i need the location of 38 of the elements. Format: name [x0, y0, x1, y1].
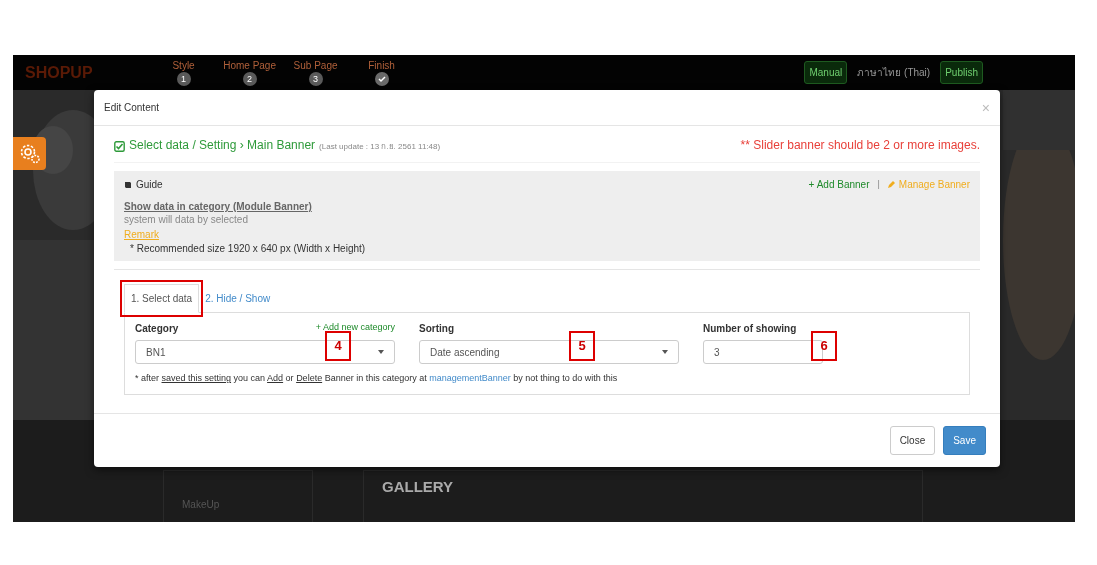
- gallery-heading: GALLERY: [382, 478, 454, 495]
- settings-button[interactable]: [13, 137, 46, 170]
- modal-title: Edit Content: [104, 101, 160, 115]
- caret-icon: [662, 350, 668, 355]
- language-selector[interactable]: ภาษาไทย (Thai): [857, 65, 931, 80]
- guide-description: system will data by selected: [124, 213, 249, 227]
- close-button[interactable]: Close: [889, 425, 936, 455]
- step-dot[interactable]: 2: [242, 71, 257, 86]
- add-banner-link[interactable]: + Add Banner: [808, 177, 870, 192]
- guide-subtitle: Show data in category (Module Banner): [124, 199, 313, 214]
- pencil-icon: [887, 180, 895, 188]
- field-label: Category: [135, 322, 179, 337]
- tab[interactable]: 2. Hide / Show: [199, 284, 277, 313]
- size-note: * Recommended size 1920 x 640 px (Width x Height): [129, 241, 367, 256]
- footnote: * after saved this setting you can Add or Delete Banner in this category at managementBanner by not thing to do with this: [135, 372, 619, 386]
- step-label: Sub Page: [293, 59, 338, 71]
- last-update-note: (Last update : 13 ก.ย. 2561 11:48): [319, 141, 441, 153]
- management-link[interactable]: managementBanner: [429, 373, 511, 384]
- step-label: Style: [172, 59, 195, 71]
- field-label: Sorting: [419, 322, 454, 337]
- separator: |: [877, 178, 880, 191]
- step-dot[interactable]: [374, 71, 389, 86]
- annotation-marker: 4: [325, 331, 351, 362]
- gear-icon: [18, 142, 41, 165]
- step-dot[interactable]: 3: [308, 71, 323, 86]
- step-label: Finish: [368, 59, 395, 71]
- warning-text: ** Slider banner should be 2 or more images.: [740, 137, 980, 154]
- field-label: Number of showing: [703, 322, 797, 337]
- annotation-marker: 5: [569, 331, 595, 362]
- step-dot[interactable]: 1: [176, 71, 191, 86]
- section-title: Select data / Setting › Main Banner: [129, 137, 316, 154]
- manual-button[interactable]: Manual: [804, 61, 848, 84]
- publish-button[interactable]: Publish: [940, 61, 983, 84]
- caret-icon: [378, 350, 384, 355]
- save-button[interactable]: Save: [943, 425, 986, 455]
- annotation-marker: 6: [811, 331, 837, 362]
- guide-title: Guide: [136, 177, 163, 192]
- step-label: Home Page: [223, 59, 276, 71]
